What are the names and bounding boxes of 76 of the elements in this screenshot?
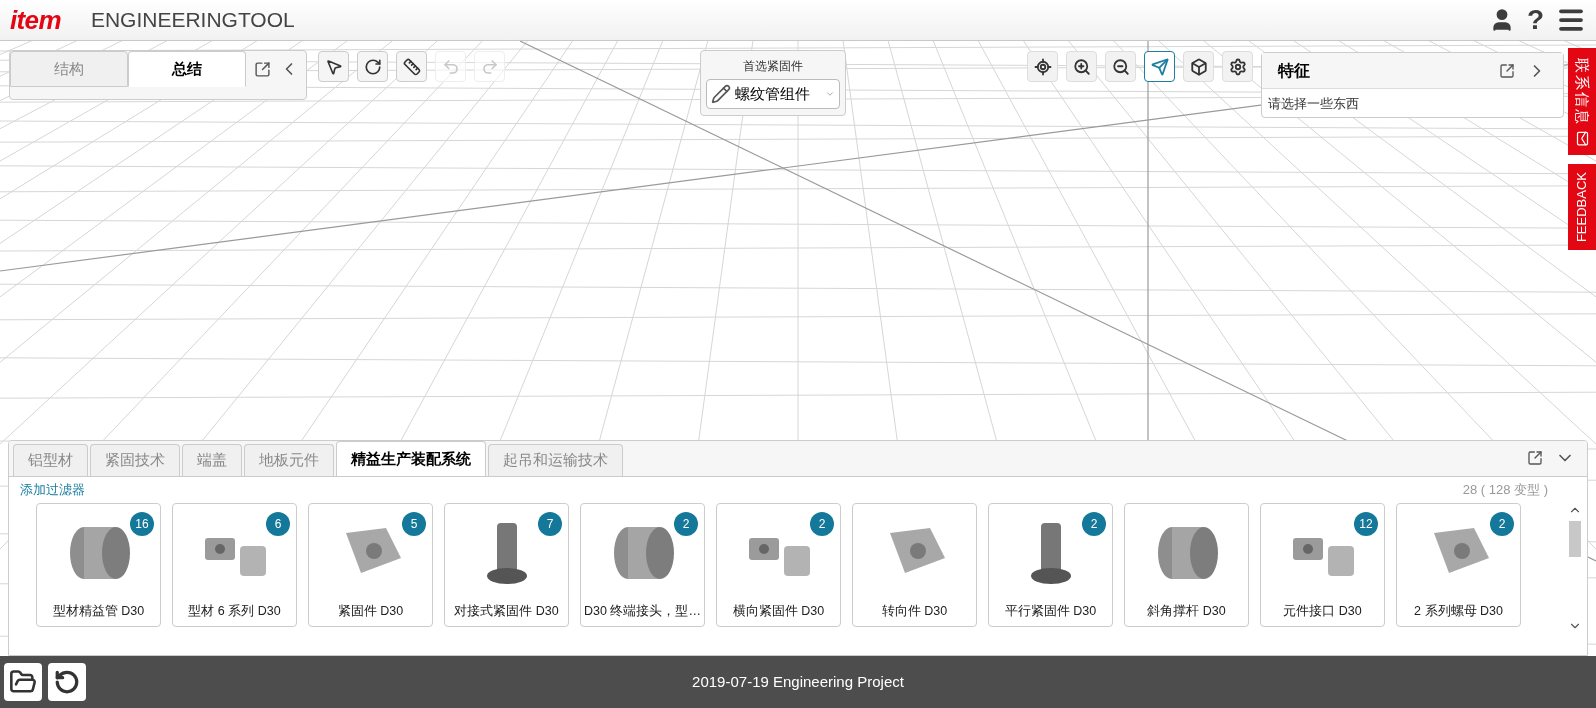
settings-button[interactable] — [1222, 51, 1253, 82]
plane-view-button[interactable] — [1144, 51, 1175, 82]
product-name: 横向紧固件 D30 — [732, 603, 825, 621]
ruler-icon — [402, 57, 421, 76]
product-name: 斜角撑杆 D30 — [1147, 603, 1226, 621]
fastener-label: 首选紧固件 — [743, 58, 803, 75]
restore-icon — [54, 669, 80, 695]
variant-count-badge: 2 — [1082, 512, 1106, 536]
fastener-dropdown[interactable]: 螺纹管组件 — [706, 79, 840, 109]
variant-count-badge: 2 — [810, 512, 834, 536]
pencil-icon — [711, 84, 731, 104]
product-card[interactable]: 2 D30 终端接头，型… — [580, 503, 705, 627]
feedback-tab[interactable]: FEEDBACK — [1568, 164, 1596, 250]
caret-icon — [825, 89, 835, 99]
app-title: ENGINEERINGTOOL — [90, 7, 295, 34]
pointer-icon — [324, 57, 343, 76]
brand-logo[interactable]: item — [10, 7, 61, 33]
zoom-out-button[interactable] — [1105, 51, 1136, 82]
restore-button[interactable] — [48, 663, 86, 701]
product-name: 元件接口 D30 — [1283, 603, 1362, 621]
block-view-icon — [1189, 57, 1208, 76]
variant-count-badge: 7 — [538, 512, 562, 536]
ruler-tool[interactable] — [396, 51, 427, 82]
product-card[interactable]: 斜角撑杆 D30 — [1124, 503, 1249, 627]
contact-tab[interactable]: 联系信息 — [1568, 48, 1596, 155]
folder-icon — [9, 668, 37, 696]
redo-icon — [480, 57, 499, 76]
block-view-button[interactable] — [1183, 51, 1214, 82]
project-name: 2019-07-19 Engineering Project — [692, 671, 904, 692]
center-view-button[interactable] — [1027, 51, 1058, 82]
panel-tab[interactable]: 总结 — [128, 51, 246, 87]
variant-count-badge: 16 — [130, 512, 154, 536]
result-count: 28 ( 128 变型 ) — [1462, 481, 1548, 500]
category-tab[interactable]: 精益生产装配系统 — [336, 441, 486, 476]
variant-count-badge: 5 — [402, 512, 426, 536]
undock-icon[interactable] — [1499, 62, 1515, 79]
settings-icon — [1228, 57, 1247, 76]
product-card[interactable]: 12 元件接口 D30 — [1260, 503, 1385, 627]
variant-count-badge: 2 — [674, 512, 698, 536]
mail-icon — [1574, 131, 1590, 146]
product-card[interactable]: 2 横向紧固件 D30 — [716, 503, 841, 627]
variant-count-badge: 2 — [1490, 512, 1514, 536]
product-name: 型材 6 系列 D30 — [188, 603, 281, 621]
pointer-tool[interactable] — [318, 51, 349, 82]
undock-icon[interactable] — [1527, 450, 1543, 466]
feature-title: 特征 — [1278, 60, 1310, 81]
open-project-button[interactable] — [4, 663, 42, 701]
product-card[interactable]: 6 型材 6 系列 D30 — [172, 503, 297, 627]
product-card[interactable]: 16 型材精益管 D30 — [36, 503, 161, 627]
product-name: 对接式紧固件 D30 — [454, 603, 559, 621]
product-name: D30 终端接头，型… — [584, 603, 701, 621]
product-card[interactable]: 5 紧固件 D30 — [308, 503, 433, 627]
scrollbar-thumb[interactable] — [1569, 521, 1581, 557]
undock-icon[interactable] — [254, 61, 271, 78]
product-name: 紧固件 D30 — [337, 603, 404, 621]
variant-count-badge: 12 — [1354, 512, 1378, 536]
product-card[interactable]: 7 对接式紧固件 D30 — [444, 503, 569, 627]
zoom-in-button[interactable] — [1066, 51, 1097, 82]
product-name: 2 系列螺母 D30 — [1414, 603, 1503, 621]
feature-message: 请选择一些东西 — [1267, 95, 1360, 113]
add-filter-link[interactable]: 添加过滤器 — [20, 480, 85, 500]
help-button[interactable]: ? — [1526, 6, 1544, 34]
product-card[interactable]: 转向件 D30 — [852, 503, 977, 627]
variant-count-badge: 6 — [266, 512, 290, 536]
plane-view-icon — [1150, 57, 1169, 76]
center-view-icon — [1033, 57, 1052, 76]
rotate-tool[interactable] — [357, 51, 388, 82]
product-name: 平行紧固件 D30 — [1004, 603, 1097, 621]
undo-icon — [441, 57, 460, 76]
product-name: 型材精益管 D30 — [52, 603, 145, 621]
zoom-out-icon — [1111, 57, 1130, 76]
zoom-in-icon — [1072, 57, 1091, 76]
product-card[interactable]: 2 平行紧固件 D30 — [988, 503, 1113, 627]
product-name: 转向件 D30 — [881, 603, 948, 621]
rotate-icon — [363, 57, 382, 76]
product-card[interactable]: 2 2 系列螺母 D30 — [1396, 503, 1521, 627]
